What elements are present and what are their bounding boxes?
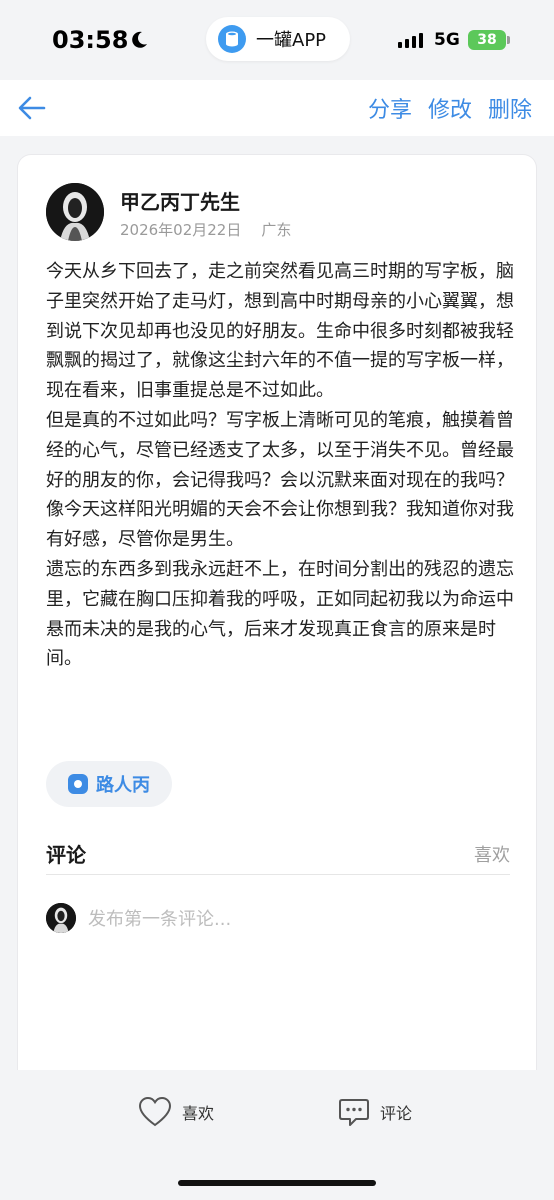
home-indicator[interactable]	[178, 1180, 376, 1186]
comment-label: 评论	[380, 1104, 413, 1123]
author-name[interactable]: 甲乙丙丁先生	[120, 186, 240, 215]
like-label: 喜欢	[182, 1104, 215, 1123]
app-indicator-pill[interactable]: 一罐APP	[206, 17, 350, 61]
network-type: 5G	[434, 30, 460, 50]
edit-button[interactable]: 修改	[428, 92, 472, 124]
battery-icon: 38	[468, 30, 506, 50]
comment-bubble-icon	[339, 1099, 369, 1126]
post-card: 甲乙丙丁先生 2026年02月22日 广东 今天从乡下回去了，走之前突然看见高三…	[17, 154, 537, 1200]
likes-tab[interactable]: 喜欢	[474, 841, 510, 867]
post-location: 广东	[261, 221, 292, 239]
comment-button[interactable]: 评论	[338, 1096, 412, 1128]
like-button[interactable]: 喜欢	[138, 1096, 214, 1128]
nav-actions: 分享 修改 删除	[368, 92, 532, 124]
comments-title[interactable]: 评论	[46, 839, 86, 868]
battery-tip	[507, 36, 510, 44]
app-name: 一罐APP	[256, 30, 327, 51]
post-body: 今天从乡下回去了，走之前突然看见高三时期的写字板，脑子里突然开始了走马灯，想到高…	[46, 261, 514, 670]
comment-input-placeholder[interactable]: 发布第一条评论...	[88, 905, 231, 931]
back-arrow-icon[interactable]	[16, 92, 48, 124]
delete-button[interactable]: 删除	[488, 92, 532, 124]
user-avatar	[46, 903, 76, 933]
post-meta: 2026年02月22日 广东	[120, 219, 291, 240]
heart-icon	[138, 1096, 172, 1127]
status-bar: 03:58 一罐APP 5G 38	[0, 0, 554, 80]
nav-bar: 分享 修改 删除	[0, 80, 554, 136]
author-avatar[interactable]	[46, 183, 104, 241]
moon-icon	[132, 31, 148, 48]
cellular-signal-icon	[398, 32, 423, 48]
topic-tag-chip[interactable]: 路人丙	[46, 761, 172, 807]
comment-input-row[interactable]: 发布第一条评论...	[46, 901, 510, 935]
tag-icon	[68, 774, 88, 794]
battery-level: 38	[477, 32, 497, 48]
status-time-group: 03:58	[52, 26, 148, 54]
topic-tag-label: 路人丙	[96, 775, 150, 796]
share-button[interactable]: 分享	[368, 92, 412, 124]
status-time: 03:58	[52, 26, 129, 54]
comments-header: 评论 喜欢	[46, 835, 510, 875]
post-date: 2026年02月22日	[120, 221, 242, 239]
app-can-icon	[218, 25, 246, 53]
